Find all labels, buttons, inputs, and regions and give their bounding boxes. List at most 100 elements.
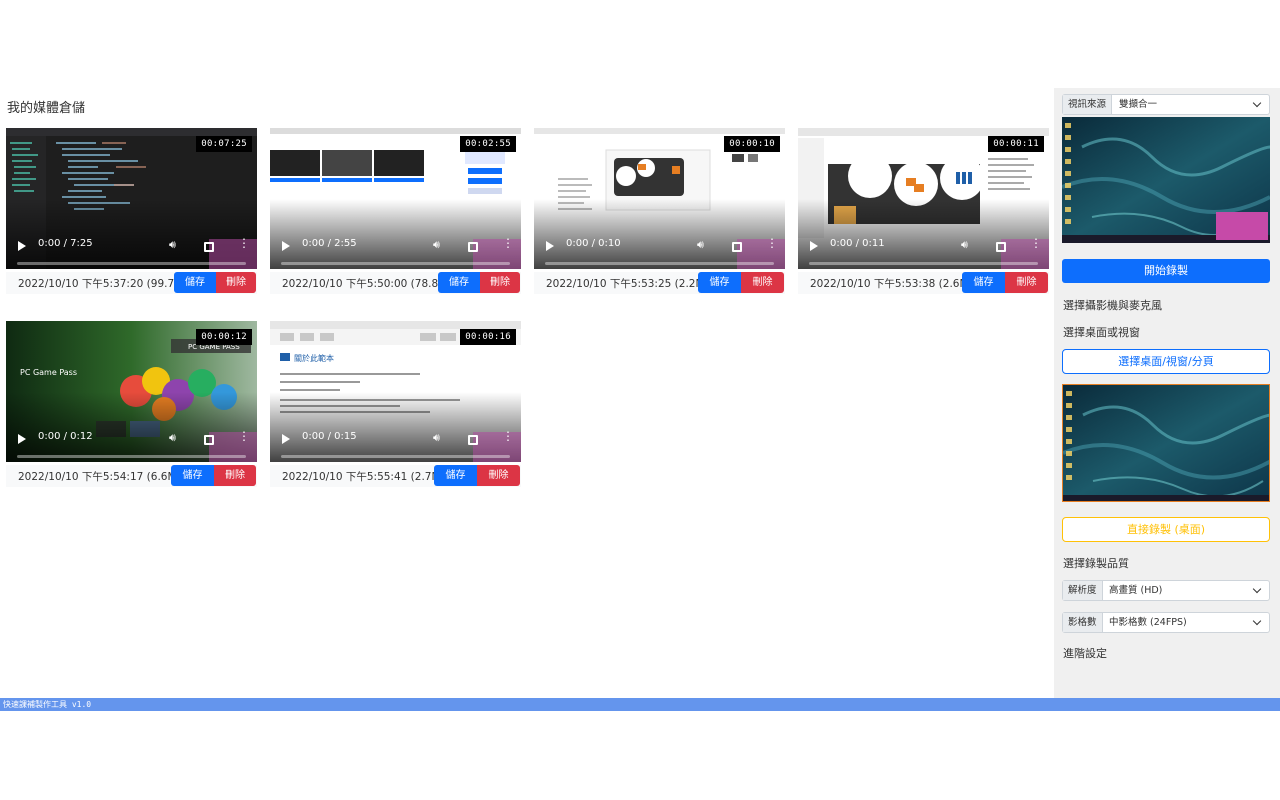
video-info-row: 2022/10/10 下午5:53:25 (2.2MB) 儲存 刪除 — [534, 272, 785, 294]
advanced-settings-link[interactable]: 進階設定 — [1063, 645, 1107, 661]
volume-icon[interactable]: 🔊︎ — [961, 238, 968, 252]
video-info: 2022/10/10 下午5:53:38 (2.6MB) — [810, 278, 980, 290]
fullscreen-icon[interactable] — [204, 242, 214, 252]
recording-sidebar: 視訊來源 雙擷合一 開始錄製 選擇攝影機與麥克風 選擇桌面或視窗 選擇桌面/視窗… — [1054, 88, 1280, 698]
save-button[interactable]: 儲存 — [438, 272, 480, 293]
combined-preview — [1062, 117, 1270, 243]
video-card: 關於此範本 00:00:16 0:00 / 0:15 🔊︎ ⋮ 2022/10/… — [270, 321, 521, 487]
progress-bar[interactable] — [281, 262, 510, 265]
progress-bar[interactable] — [281, 455, 510, 458]
desktop-window-label: 選擇桌面或視窗 — [1063, 326, 1140, 339]
video-controls: 0:00 / 7:25 🔊︎ ⋮ — [6, 233, 257, 263]
play-icon[interactable] — [18, 241, 26, 251]
video-player[interactable]: 00:07:25 0:00 / 7:25 🔊︎ ⋮ — [6, 128, 257, 269]
volume-icon[interactable]: 🔊︎ — [169, 238, 176, 252]
video-info: 2022/10/10 下午5:50:00 (78.8MB) — [282, 278, 459, 290]
fullscreen-icon[interactable] — [732, 242, 742, 252]
desktop-preview — [1062, 384, 1270, 502]
fps-select[interactable]: 影格數 中影格數 (24FPS) — [1062, 612, 1270, 633]
progress-bar[interactable] — [809, 262, 1038, 265]
more-options-icon[interactable]: ⋮ — [502, 237, 514, 249]
video-info-row: 2022/10/10 下午5:37:20 (99.7MB) 儲存 刪除 — [6, 272, 257, 294]
video-time: 0:00 / 7:25 — [38, 238, 93, 249]
source-value: 雙擷合一 — [1119, 99, 1158, 110]
play-icon[interactable] — [810, 241, 818, 251]
save-button[interactable]: 儲存 — [698, 272, 741, 293]
play-icon[interactable] — [18, 434, 26, 444]
fullscreen-icon[interactable] — [468, 242, 478, 252]
video-player[interactable]: 關於此範本 00:00:16 0:00 / 0:15 🔊︎ ⋮ — [270, 321, 521, 462]
volume-icon[interactable]: 🔊︎ — [697, 238, 704, 252]
more-options-icon[interactable]: ⋮ — [238, 237, 250, 249]
video-controls: 0:00 / 0:10 🔊︎ ⋮ — [534, 233, 785, 263]
video-info-row: 2022/10/10 下午5:53:38 (2.6MB) 儲存 刪除 — [798, 272, 1049, 294]
duration-badge: 00:00:11 — [988, 136, 1044, 152]
choose-desktop-button[interactable]: 選擇桌面/視窗/分頁 — [1062, 349, 1270, 374]
chevron-down-icon — [1252, 98, 1262, 108]
fullscreen-icon[interactable] — [468, 435, 478, 445]
chevron-down-icon — [1252, 616, 1262, 626]
video-player[interactable]: 00:00:10 0:00 / 0:10 🔊︎ ⋮ — [534, 128, 785, 269]
app-version: 快速課補製作工具 v1.0 — [3, 700, 92, 709]
duration-badge: 00:00:12 — [196, 329, 252, 345]
video-player[interactable]: 00:00:11 0:00 / 0:11 🔊︎ ⋮ — [798, 128, 1049, 269]
svg-text:關於此範本: 關於此範本 — [294, 353, 334, 363]
duration-badge: 00:00:10 — [724, 136, 780, 152]
resolution-label: 解析度 — [1063, 581, 1103, 600]
save-button[interactable]: 儲存 — [171, 465, 214, 486]
fullscreen-icon[interactable] — [204, 435, 214, 445]
delete-button[interactable]: 刪除 — [216, 272, 256, 293]
video-player[interactable]: 00:02:55 0:00 / 2:55 🔊︎ ⋮ — [270, 128, 521, 269]
volume-icon[interactable]: 🔊︎ — [433, 431, 440, 445]
progress-bar[interactable] — [17, 455, 246, 458]
start-recording-button[interactable]: 開始錄製 — [1062, 259, 1270, 283]
save-button[interactable]: 儲存 — [174, 272, 216, 293]
delete-button[interactable]: 刪除 — [480, 272, 520, 293]
duration-badge: 00:02:55 — [460, 136, 516, 152]
source-label: 視訊來源 — [1063, 95, 1113, 114]
status-bar: 快速課補製作工具 v1.0 — [0, 698, 1280, 711]
video-info: 2022/10/10 下午5:37:20 (99.7MB) — [18, 278, 195, 290]
video-controls: 0:00 / 0:11 🔊︎ ⋮ — [798, 233, 1049, 263]
video-card: 00:00:11 0:00 / 0:11 🔊︎ ⋮ 2022/10/10 下午5… — [798, 128, 1049, 294]
video-card: PC Game Pass PC GAME PASS 00:00:12 0:00 … — [6, 321, 257, 487]
more-options-icon[interactable]: ⋮ — [766, 237, 778, 249]
svg-text:PC Game Pass: PC Game Pass — [20, 368, 77, 377]
video-time: 0:00 / 0:10 — [566, 238, 621, 249]
source-select[interactable]: 視訊來源 雙擷合一 — [1062, 94, 1270, 115]
more-options-icon[interactable]: ⋮ — [1030, 237, 1042, 249]
volume-icon[interactable]: 🔊︎ — [433, 238, 440, 252]
video-card: 00:07:25 0:00 / 7:25 🔊︎ ⋮ 2022/10/10 下午5… — [6, 128, 257, 294]
delete-button[interactable]: 刪除 — [214, 465, 256, 486]
resolution-select[interactable]: 解析度 高畫質 (HD) — [1062, 580, 1270, 601]
play-icon[interactable] — [282, 434, 290, 444]
video-controls: 0:00 / 0:15 🔊︎ ⋮ — [270, 426, 521, 456]
volume-icon[interactable]: 🔊︎ — [169, 431, 176, 445]
delete-button[interactable]: 刪除 — [1005, 272, 1048, 293]
page-title: 我的媒體倉儲 — [7, 101, 86, 116]
save-button[interactable]: 儲存 — [434, 465, 477, 486]
progress-bar[interactable] — [545, 262, 774, 265]
delete-button[interactable]: 刪除 — [741, 272, 784, 293]
more-options-icon[interactable]: ⋮ — [502, 430, 514, 442]
fps-value: 中影格數 (24FPS) — [1109, 617, 1187, 628]
chevron-down-icon — [1252, 584, 1262, 594]
video-player[interactable]: PC Game Pass PC GAME PASS 00:00:12 0:00 … — [6, 321, 257, 462]
save-button[interactable]: 儲存 — [962, 272, 1005, 293]
video-info-row: 2022/10/10 下午5:54:17 (6.6MB) 儲存 刪除 — [6, 465, 257, 487]
video-info: 2022/10/10 下午5:53:25 (2.2MB) — [546, 278, 716, 290]
progress-bar[interactable] — [17, 262, 246, 265]
duration-badge: 00:07:25 — [196, 136, 252, 152]
delete-button[interactable]: 刪除 — [477, 465, 520, 486]
video-time: 0:00 / 0:11 — [830, 238, 885, 249]
camera-mic-label[interactable]: 選擇攝影機與麥克風 — [1063, 297, 1162, 313]
more-options-icon[interactable]: ⋮ — [238, 430, 250, 442]
video-info-row: 2022/10/10 下午5:55:41 (2.7MB) 儲存 刪除 — [270, 465, 521, 487]
fullscreen-icon[interactable] — [996, 242, 1006, 252]
play-icon[interactable] — [282, 241, 290, 251]
play-icon[interactable] — [546, 241, 554, 251]
video-card: 00:02:55 0:00 / 2:55 🔊︎ ⋮ 2022/10/10 下午5… — [270, 128, 521, 294]
video-info: 2022/10/10 下午5:55:41 (2.7MB) — [282, 471, 452, 483]
direct-record-button[interactable]: 直接錄製 (桌面) — [1062, 517, 1270, 542]
video-time: 0:00 / 0:15 — [302, 431, 357, 442]
